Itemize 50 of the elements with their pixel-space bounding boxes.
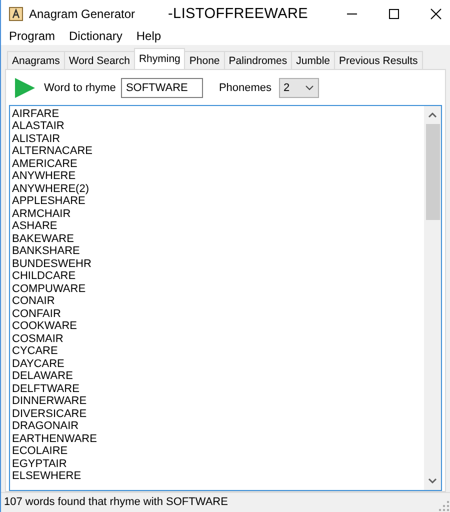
list-item[interactable]: COMPUWARE — [12, 282, 424, 296]
list-item[interactable]: CYCARE — [12, 345, 424, 358]
app-icon — [9, 6, 23, 21]
list-item[interactable]: DRAGONAIR — [12, 420, 424, 433]
scroll-down-icon[interactable] — [428, 478, 437, 484]
field-label: Phonemes — [218, 82, 272, 94]
list-item[interactable]: CONAIR — [12, 295, 424, 308]
tab[interactable]: Anagrams — [7, 50, 65, 69]
list-item[interactable]: ANYWHERE(2) — [12, 182, 424, 196]
list-item[interactable]: BAKEWARE — [12, 232, 424, 246]
tab[interactable]: Previous Results — [334, 50, 423, 69]
resize-grip-icon[interactable] — [439, 501, 449, 511]
scrollbar-thumb[interactable] — [426, 124, 440, 220]
list-item[interactable]: ARMCHAIR — [12, 208, 424, 220]
menu-item[interactable]: Help — [136, 28, 162, 43]
dropdown[interactable]: 2 — [278, 78, 319, 98]
scroll-up-icon[interactable] — [428, 112, 437, 118]
list-item[interactable]: CHILDCARE — [12, 270, 424, 283]
window-title: Anagram Generator — [29, 6, 136, 21]
list-item[interactable]: ECOLAIRE — [12, 445, 424, 458]
list-item[interactable]: ASHARE — [12, 220, 424, 233]
list-item[interactable]: DAYCARE — [12, 358, 424, 370]
list-item[interactable]: COOKWARE — [12, 320, 424, 333]
list-item[interactable]: DELFTWARE — [12, 382, 424, 396]
caret-icon — [304, 84, 314, 91]
list-item[interactable]: DINNERWARE — [12, 395, 424, 408]
tab[interactable]: Rhyming — [134, 48, 186, 69]
list-item[interactable]: ALASTAIR — [12, 120, 424, 133]
list-item[interactable]: BANKSHARE — [12, 245, 424, 258]
play-icon[interactable] — [14, 78, 36, 98]
list-item[interactable]: EGYPTAIR — [12, 458, 424, 470]
list-item[interactable]: COSMAIR — [12, 332, 424, 346]
list-item[interactable]: DELAWARE — [12, 370, 424, 383]
list-item[interactable]: AMERICARE — [12, 158, 424, 170]
list-item[interactable]: CONFAIR — [12, 308, 424, 320]
menu-item[interactable]: Dictionary — [69, 28, 122, 43]
list-item[interactable]: AIRFARE — [12, 108, 424, 120]
list-item[interactable]: ALTERNACARE — [12, 145, 424, 158]
input-field[interactable]: SOFTWARE — [120, 78, 203, 98]
menu-item[interactable]: Program — [9, 28, 56, 43]
list-item[interactable]: EARTHENWARE — [12, 432, 424, 446]
list-item[interactable]: BUNDESWEHR — [12, 258, 424, 270]
window-subtitle: -LISTOFFREEWARE — [168, 6, 308, 22]
status-text: 107 words found that rhyme with SOFTWARE — [4, 496, 228, 508]
list-item[interactable]: ELSEWHERE — [12, 470, 424, 483]
field-label: Word to rhyme — [44, 82, 116, 94]
list-item[interactable]: ALISTAIR — [12, 132, 424, 146]
list-item[interactable]: APPLESHARE — [12, 195, 424, 208]
list-item[interactable]: DIVERSICARE — [12, 408, 424, 420]
list-item[interactable]: ANYWHERE — [12, 170, 424, 183]
